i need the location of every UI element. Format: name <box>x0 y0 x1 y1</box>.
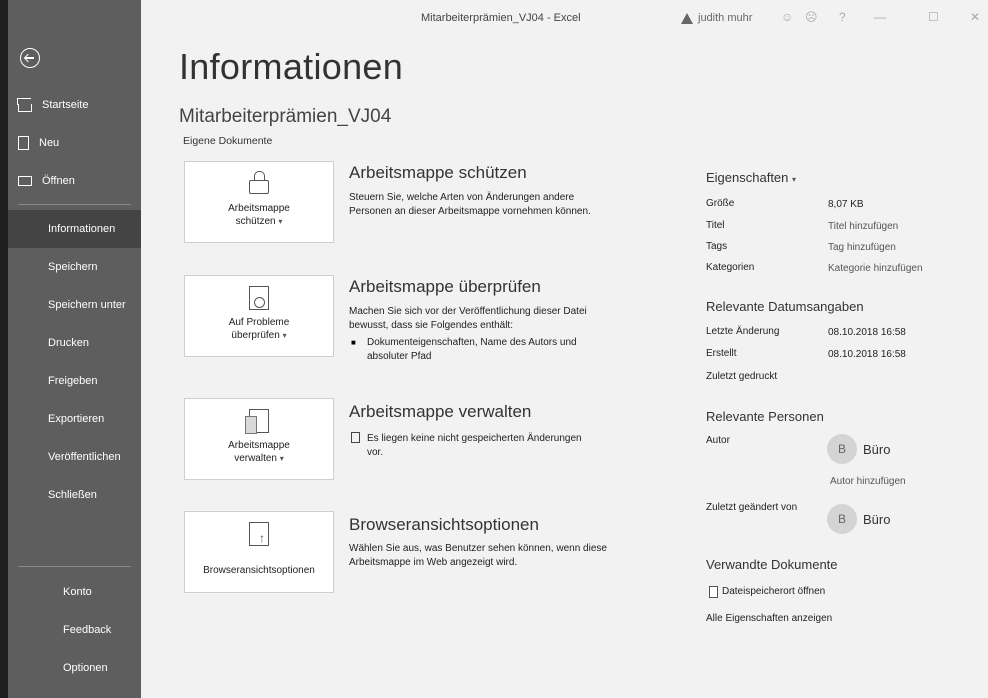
sidebar-top-nav: Startseite Neu Öffnen <box>8 86 141 200</box>
open-folder-icon <box>18 176 32 186</box>
document-versions-icon <box>351 432 360 443</box>
sidebar-item-optionen[interactable]: Optionen <box>8 649 141 687</box>
people-heading: Relevante Personen <box>706 409 824 424</box>
sidebar-item-veroeffentlichen[interactable]: Veröffentlichen <box>8 438 141 476</box>
inspect-document-icon <box>249 286 269 310</box>
warning-icon <box>681 12 693 24</box>
manage-workbook-label: Arbeitsmappe verwalten ▾ <box>228 440 290 464</box>
sidebar-item-speichern[interactable]: Speichern <box>8 248 141 286</box>
avatar: B <box>827 504 857 534</box>
protect-workbook-label: Arbeitsmappe schützen ▾ <box>228 203 290 227</box>
add-category-field[interactable]: Kategorie hinzufügen <box>828 263 923 274</box>
chevron-down-icon: ▾ <box>282 331 287 340</box>
info-page: Informationen Mitarbeiterprämien_VJ04 Ei… <box>141 36 988 698</box>
property-label: Kategorien <box>706 262 755 273</box>
sidebar-item-konto[interactable]: Konto <box>8 573 141 611</box>
sidebar-item-schliessen[interactable]: Schließen <box>8 476 141 514</box>
author-label: Autor <box>706 435 730 446</box>
browser-view-options-label: Browseransichtsoptionen <box>203 565 315 576</box>
chevron-down-icon: ▾ <box>792 175 797 184</box>
frown-feedback-icon[interactable]: ☹ <box>805 10 818 24</box>
section-title: Arbeitsmappe überprüfen <box>349 277 541 296</box>
avatar: B <box>827 434 857 464</box>
date-label: Zuletzt gedruckt <box>706 371 778 382</box>
properties-heading[interactable]: Eigenschaften ▾ <box>706 170 796 185</box>
back-arrow-icon[interactable] <box>20 48 40 68</box>
open-file-location-link[interactable]: Dateispeicherort öffnen <box>722 586 825 597</box>
date-value: 08.10.2018 16:58 <box>828 349 906 360</box>
add-title-field[interactable]: Titel hinzufügen <box>828 221 898 232</box>
document-name: Mitarbeiterprämien_VJ04 <box>179 106 392 127</box>
sidebar-item-drucken[interactable]: Drucken <box>8 324 141 362</box>
maximize-icon[interactable]: ☐ <box>928 10 939 24</box>
section-description: Machen Sie sich vor der Veröffentlichung… <box>349 306 587 331</box>
section-description: Steuern Sie, welche Arten von Änderungen… <box>349 192 591 217</box>
smile-feedback-icon[interactable]: ☺ <box>781 10 793 24</box>
window-title: Mitarbeiterprämien_VJ04 - Excel <box>421 12 581 24</box>
sidebar-item-feedback[interactable]: Feedback <box>8 611 141 649</box>
bullet-icon: ■ <box>351 338 356 347</box>
add-tag-field[interactable]: Tag hinzufügen <box>828 242 896 253</box>
user-name: judith muhr <box>698 12 753 24</box>
sidebar-item-label: Öffnen <box>42 175 75 187</box>
protect-workbook-button[interactable]: Arbeitsmappe schützen ▾ <box>184 161 334 243</box>
sidebar-item-label: Startseite <box>42 99 89 111</box>
section-title: Arbeitsmappe schützen <box>349 163 527 182</box>
browser-view-icon <box>249 522 269 546</box>
sidebar-item-neu[interactable]: Neu <box>8 124 141 162</box>
browser-view-options-button[interactable]: Browseransichtsoptionen <box>184 511 334 593</box>
home-icon <box>18 103 32 112</box>
date-value: 08.10.2018 16:58 <box>828 327 906 338</box>
chevron-down-icon: ▾ <box>279 454 284 463</box>
bullet-text: Dokumenteigenschaften, Name des Autors u… <box>367 337 577 362</box>
property-label: Größe <box>706 198 735 209</box>
lock-icon <box>249 171 269 194</box>
show-all-properties-link[interactable]: Alle Eigenschaften anzeigen <box>706 613 832 624</box>
minimize-icon[interactable]: — <box>874 10 886 24</box>
section-description: Es liegen keine nicht gespeicherten Ände… <box>367 433 582 458</box>
section-description: Wählen Sie aus, was Benutzer sehen könne… <box>349 543 607 568</box>
sidebar-item-exportieren[interactable]: Exportieren <box>8 400 141 438</box>
chevron-down-icon: ▾ <box>278 217 283 226</box>
related-documents-heading: Verwandte Dokumente <box>706 557 838 572</box>
dates-heading: Relevante Datumsangaben <box>706 299 864 314</box>
manage-workbook-icon <box>245 409 269 434</box>
sidebar-item-startseite[interactable]: Startseite <box>8 86 141 124</box>
check-issues-label: Auf Probleme überprüfen ▾ <box>228 317 290 341</box>
section-title: Browseransichtsoptionen <box>349 515 539 534</box>
sidebar-item-informationen[interactable]: Informationen <box>8 210 141 248</box>
document-path[interactable]: Eigene Dokumente <box>183 135 272 147</box>
sidebar-main-nav: Informationen Speichern Speichern unter … <box>8 210 141 514</box>
add-author-link[interactable]: Autor hinzufügen <box>830 476 906 487</box>
manage-workbook-button[interactable]: Arbeitsmappe verwalten ▾ <box>184 398 334 480</box>
user-account[interactable]: judith muhr <box>681 12 752 24</box>
title-bar: Mitarbeiterprämien_VJ04 - Excel judith m… <box>141 0 988 36</box>
last-modified-by-label: Zuletzt geändert von <box>706 502 798 513</box>
close-icon[interactable]: ✕ <box>970 10 980 24</box>
property-label: Titel <box>706 220 725 231</box>
property-label: Tags <box>706 241 728 252</box>
author-name: Büro <box>863 442 891 457</box>
sidebar-divider <box>18 204 131 205</box>
check-issues-button[interactable]: Auf Probleme überprüfen ▾ <box>184 275 334 357</box>
date-label: Erstellt <box>706 348 737 359</box>
modified-by-name: Büro <box>863 512 891 527</box>
sidebar-item-freigeben[interactable]: Freigeben <box>8 362 141 400</box>
excel-window: Startseite Neu Öffnen Informationen Spei… <box>8 0 988 698</box>
page-title: Informationen <box>179 46 404 87</box>
file-location-icon <box>709 586 718 598</box>
sidebar-divider <box>18 566 131 567</box>
sidebar-bottom-nav: Konto Feedback Optionen <box>8 573 141 687</box>
help-icon[interactable]: ? <box>839 10 846 24</box>
sidebar-item-speichern-unter[interactable]: Speichern unter <box>8 286 141 324</box>
sidebar-item-oeffnen[interactable]: Öffnen <box>8 162 141 200</box>
date-label: Letzte Änderung <box>706 326 780 337</box>
backstage-sidebar: Startseite Neu Öffnen Informationen Spei… <box>8 0 141 698</box>
sidebar-item-label: Neu <box>39 137 60 149</box>
new-document-icon <box>18 136 29 150</box>
section-title: Arbeitsmappe verwalten <box>349 402 532 421</box>
property-value: 8,07 KB <box>828 199 864 210</box>
